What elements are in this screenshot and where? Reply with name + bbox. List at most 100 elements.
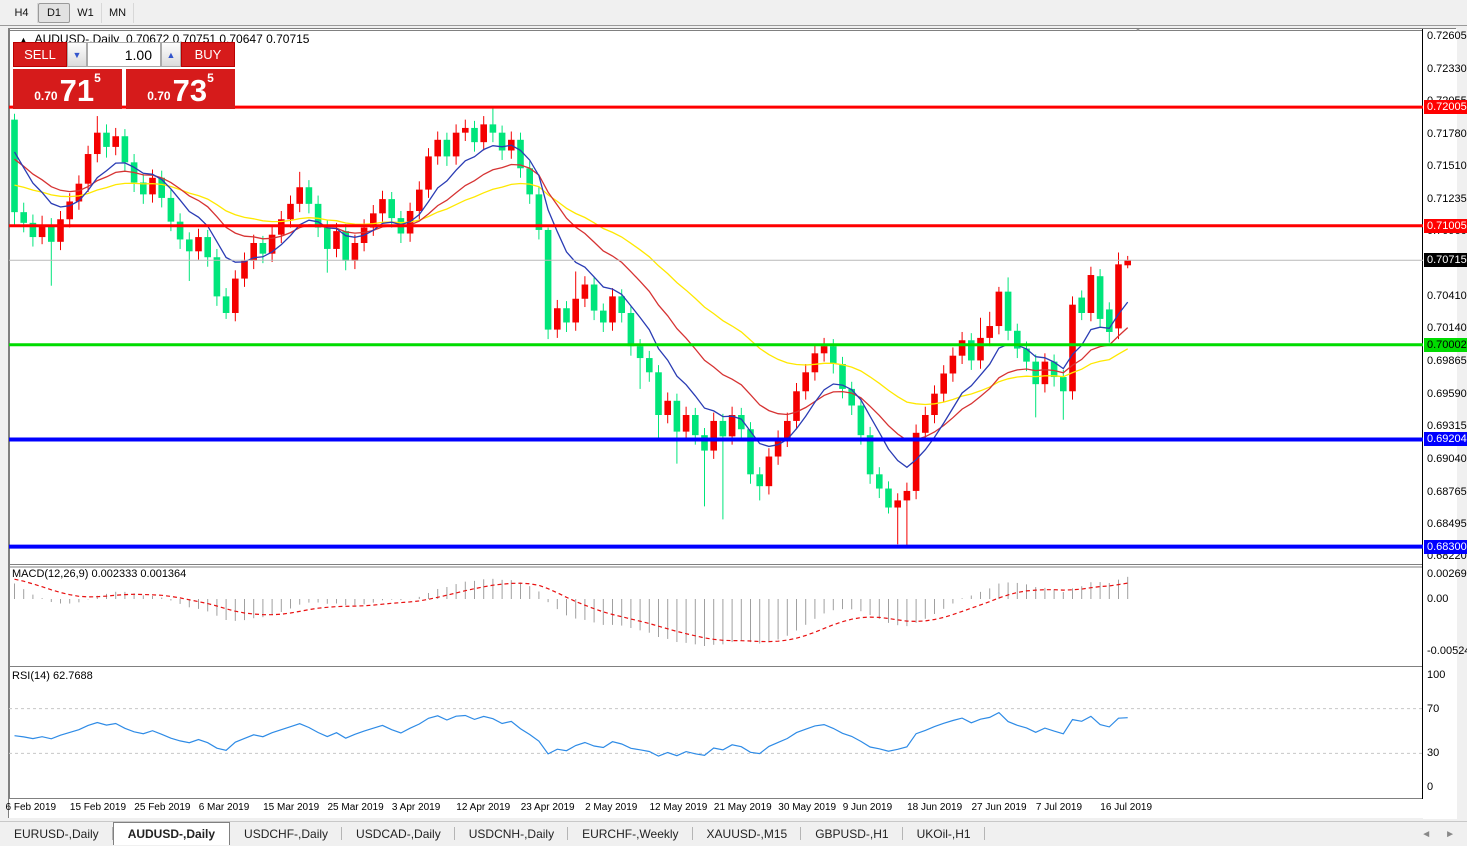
candle-body	[1097, 276, 1104, 319]
buy-price-big: 73	[173, 76, 207, 106]
chart-window: ▲ AUDUSD-,Daily 0.70672 0.70751 0.70647 …	[8, 28, 1456, 818]
date-axis-label: 12 May 2019	[650, 802, 708, 813]
candle-body	[922, 415, 929, 433]
candle-body	[195, 237, 202, 251]
candle-body	[959, 340, 966, 355]
buy-button[interactable]: BUY	[181, 42, 235, 67]
level-price-chip[interactable]: 0.72005	[1424, 100, 1467, 114]
timeframe-button-w1[interactable]: W1	[70, 3, 102, 23]
candle-body	[894, 500, 901, 507]
volume-decrease-button[interactable]: ▼	[67, 42, 87, 67]
price-axis-tick: 0.71235	[1427, 193, 1467, 205]
symbol-tab-xauusd[interactable]: XAUUSD-,M15	[693, 822, 802, 845]
candle-body	[232, 279, 239, 313]
level-price-chip[interactable]: 0.70002	[1424, 338, 1467, 352]
candle-body	[425, 156, 432, 189]
symbol-tab-eurusd[interactable]: EURUSD-,Daily	[0, 822, 113, 845]
candle-body	[324, 228, 331, 249]
candle-body	[112, 136, 119, 147]
candle-body	[545, 230, 552, 330]
candle-body	[747, 429, 754, 474]
date-axis-label: 25 Feb 2019	[134, 802, 190, 813]
symbol-tab-eurchf[interactable]: EURCHF-,Weekly	[568, 822, 692, 845]
timeframe-toolbar: H4 D1 W1 MN	[0, 0, 1467, 26]
candle-body	[1060, 377, 1067, 391]
candle-body	[582, 285, 589, 299]
level-price-chip[interactable]: 0.69204	[1424, 432, 1467, 446]
candle-body	[904, 491, 911, 500]
tab-scroll-left-icon[interactable]: ◄	[1421, 829, 1431, 840]
candle-body	[950, 356, 957, 374]
candle-body	[793, 391, 800, 421]
date-axis-label: 15 Mar 2019	[263, 802, 319, 813]
price-axis[interactable]: 0.726050.723300.720550.717800.715100.712…	[1423, 29, 1457, 819]
candle-body	[462, 128, 469, 133]
current-price-chip[interactable]: 0.70715	[1424, 253, 1467, 267]
candlestick-chart-area[interactable]	[9, 29, 1423, 799]
level-price-chip[interactable]: 0.68300	[1424, 540, 1467, 554]
candle-body	[168, 198, 175, 222]
symbol-tab-usdchf[interactable]: USDCHF-,Daily	[230, 822, 342, 845]
candle-body	[637, 346, 644, 358]
sell-button[interactable]: SELL	[13, 42, 67, 67]
candle-body	[1032, 362, 1039, 385]
candle-body	[986, 326, 993, 338]
candle-body	[333, 231, 340, 249]
ma-fast-line	[15, 145, 1128, 467]
candle-body	[287, 204, 294, 219]
candle-body	[858, 406, 865, 436]
tab-scroll-controls: ◄ ►	[1413, 822, 1463, 846]
candle-body	[1069, 305, 1076, 392]
symbol-tab-usdcad[interactable]: USDCAD-,Daily	[342, 822, 455, 845]
macd-axis-tick: 0.002694	[1427, 568, 1467, 580]
candle-body	[683, 415, 690, 432]
candle-body	[1005, 292, 1012, 331]
candle-body	[296, 187, 303, 204]
date-axis-label: 3 Apr 2019	[392, 802, 440, 813]
candle-body	[996, 292, 1003, 326]
candle-body	[122, 136, 129, 162]
timeframe-button-h4[interactable]: H4	[6, 3, 38, 23]
symbol-tab-audusd[interactable]: AUDUSD-,Daily	[113, 822, 230, 845]
candle-body	[802, 372, 809, 391]
level-price-chip[interactable]: 0.71005	[1424, 219, 1467, 233]
candle-body	[20, 212, 27, 223]
timeframe-button-d1[interactable]: D1	[38, 3, 70, 23]
buy-price-box[interactable]: 0.70 73 5	[126, 69, 235, 109]
date-axis-label: 23 Apr 2019	[521, 802, 575, 813]
volume-input[interactable]: 1.00	[87, 42, 161, 67]
candle-body	[11, 120, 18, 213]
candle-body	[214, 257, 221, 296]
candle-body	[885, 489, 892, 508]
symbol-tab-ukoil[interactable]: UKOil-,H1	[903, 822, 985, 845]
timeframe-button-mn[interactable]: MN	[102, 3, 134, 23]
candle-body	[572, 299, 579, 323]
tab-scroll-right-icon[interactable]: ►	[1445, 829, 1455, 840]
symbol-tab-usdcnh[interactable]: USDCNH-,Daily	[455, 822, 568, 845]
symbol-tab-gbpusd[interactable]: GBPUSD-,H1	[801, 822, 902, 845]
candle-body	[379, 199, 386, 213]
rsi-axis-tick: 100	[1427, 669, 1445, 681]
candle-body	[664, 401, 671, 415]
candle-body	[756, 474, 763, 486]
date-axis-label: 9 Jun 2019	[843, 802, 893, 813]
one-click-trade-panel: SELL ▼ 1.00 ▲ BUY 0.70 71 5 0.70 73 5	[13, 42, 235, 109]
price-axis-tick: 0.71780	[1427, 128, 1467, 140]
candle-body	[729, 415, 736, 436]
volume-increase-button[interactable]: ▲	[161, 42, 181, 67]
candle-body	[646, 358, 653, 372]
price-axis-tick: 0.68495	[1427, 518, 1467, 530]
candle-body	[977, 338, 984, 361]
date-axis-label: 7 Jul 2019	[1036, 802, 1082, 813]
rsi-axis-tick: 0	[1427, 781, 1433, 793]
price-axis-tick: 0.71510	[1427, 160, 1467, 172]
candle-body	[352, 243, 359, 261]
date-axis[interactable]: 6 Feb 201915 Feb 201925 Feb 20196 Mar 20…	[9, 799, 1423, 818]
rsi-axis-tick: 70	[1427, 703, 1439, 715]
sell-price-box[interactable]: 0.70 71 5	[13, 69, 122, 109]
sell-price-big: 71	[60, 76, 94, 106]
candle-body	[186, 239, 193, 251]
price-axis-tick: 0.70410	[1427, 290, 1467, 302]
rsi-indicator-label: RSI(14) 62.7688	[12, 670, 93, 682]
candle-body	[876, 474, 883, 488]
